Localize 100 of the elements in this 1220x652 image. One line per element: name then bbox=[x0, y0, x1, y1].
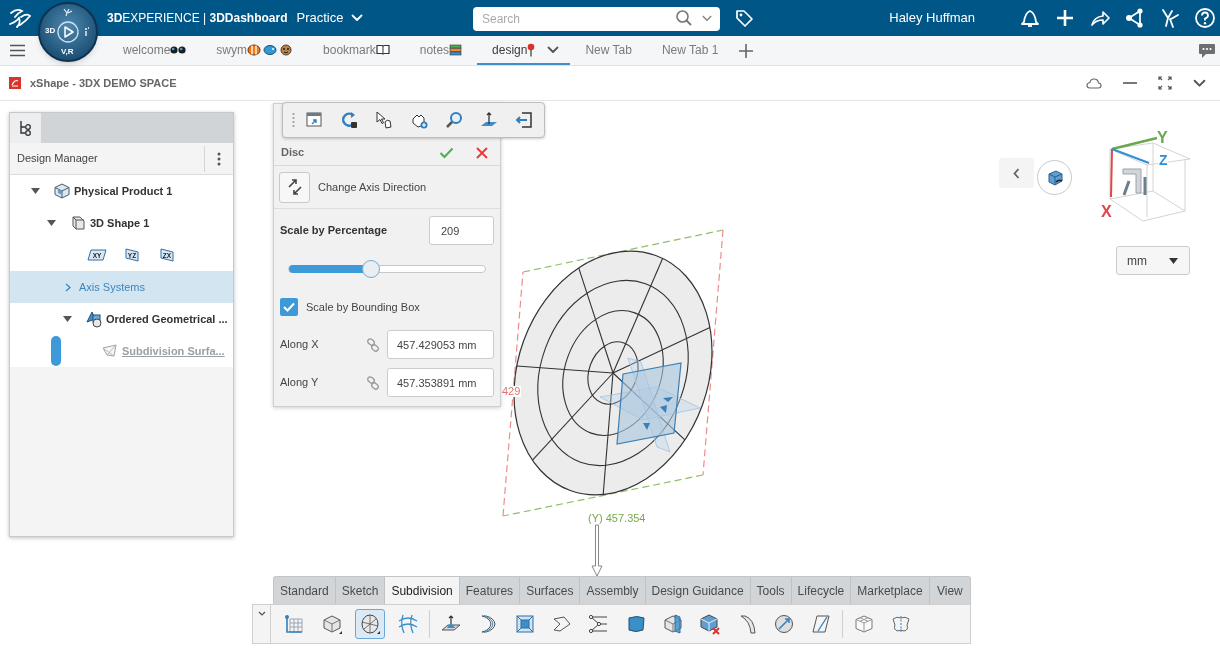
option-label: Scale by Percentage bbox=[280, 223, 387, 239]
panel-title: Design Manager bbox=[16, 151, 98, 167]
dashboard-tab[interactable]: New Tab bbox=[570, 36, 647, 65]
option-label: Scale by Bounding Box bbox=[306, 299, 420, 315]
dashboard-tab[interactable]: bookmark bbox=[308, 36, 405, 65]
axis-direction-button[interactable] bbox=[279, 171, 310, 203]
cube-plane-icon bbox=[662, 613, 684, 635]
action-tab[interactable]: Subdivision bbox=[385, 577, 460, 604]
books-icon bbox=[449, 43, 463, 56]
rotate-lock-icon[interactable] bbox=[339, 110, 359, 130]
geometric-set-icon bbox=[85, 310, 103, 328]
link-icon[interactable] bbox=[366, 337, 380, 352]
tag-icon[interactable] bbox=[734, 8, 754, 28]
dimension-field[interactable]: 457.353891 mm bbox=[387, 368, 494, 397]
slider-thumb[interactable] bbox=[362, 260, 381, 278]
view-cube[interactable]: X Y Z bbox=[1097, 129, 1193, 223]
expand-icon[interactable] bbox=[1158, 76, 1172, 90]
symmetry-icon bbox=[890, 613, 912, 635]
slanted-plane-icon bbox=[810, 613, 832, 635]
expand-triangle-icon[interactable] bbox=[31, 188, 40, 194]
help-icon[interactable] bbox=[1194, 7, 1216, 29]
tool-button[interactable] bbox=[355, 609, 385, 639]
book-icon bbox=[375, 44, 390, 55]
checkmark-icon bbox=[283, 302, 295, 312]
figure-icon bbox=[62, 8, 74, 17]
menu-icon[interactable] bbox=[10, 44, 25, 57]
exit-icon[interactable] bbox=[514, 110, 534, 130]
info-icon bbox=[84, 27, 90, 37]
dashboard-tab[interactable]: notes bbox=[404, 36, 478, 65]
product-icon bbox=[53, 182, 71, 200]
dashboard-tab[interactable]: welcome bbox=[108, 36, 202, 65]
fold-icon bbox=[551, 613, 573, 635]
expand-triangle-icon[interactable] bbox=[47, 220, 56, 226]
figure-icon[interactable] bbox=[1159, 7, 1181, 29]
dialog-title: Disc bbox=[281, 145, 305, 161]
unit-dropdown[interactable]: mm bbox=[1116, 246, 1190, 275]
direction-arrow[interactable] bbox=[591, 524, 603, 577]
grip-icon bbox=[292, 112, 295, 128]
chevron-down-icon bbox=[257, 611, 266, 616]
dashboard-tab[interactable]: design bbox=[477, 36, 571, 65]
pointer-icon[interactable] bbox=[374, 110, 394, 130]
dashboard-tab[interactable]: New Tab 1 bbox=[646, 36, 734, 65]
action-tab[interactable]: View bbox=[929, 577, 970, 604]
field-label: Along Y bbox=[280, 375, 320, 391]
app-logo-icon bbox=[9, 77, 21, 89]
search-field[interactable]: Search bbox=[473, 7, 720, 31]
play-icon bbox=[57, 21, 79, 43]
caret-down-icon bbox=[1169, 257, 1178, 264]
user-name[interactable]: Haley Huffman bbox=[889, 8, 975, 28]
cloud-icon[interactable] bbox=[1086, 77, 1102, 89]
network-icon[interactable] bbox=[1124, 7, 1146, 29]
chevron-down-icon[interactable] bbox=[702, 15, 712, 22]
glasses-icon bbox=[170, 44, 187, 55]
tree-icon bbox=[18, 120, 33, 136]
dimension-label: (Y) 457.354 bbox=[587, 513, 647, 524]
dashboard-menu[interactable]: Practice bbox=[296, 8, 364, 28]
tree-item[interactable]: Physical Product 1 bbox=[10, 175, 233, 207]
compass-label: V,R bbox=[61, 48, 74, 56]
tree-tab[interactable] bbox=[10, 113, 41, 143]
tree-item[interactable]: Ordered Geometrical ... bbox=[10, 303, 233, 335]
tree-item[interactable]: 3D Shape 1 bbox=[10, 207, 233, 239]
surface-icon bbox=[101, 342, 119, 360]
option-label: Change Axis Direction bbox=[318, 179, 427, 195]
plus-icon[interactable] bbox=[739, 43, 754, 58]
disc-icon bbox=[359, 613, 381, 635]
dashboard-tab[interactable]: swym bbox=[201, 36, 309, 65]
link-icon[interactable] bbox=[366, 375, 380, 390]
search-icon[interactable] bbox=[675, 9, 693, 27]
cube-icon bbox=[321, 613, 343, 635]
sphere-icon bbox=[773, 613, 795, 635]
close-icon[interactable] bbox=[476, 146, 488, 159]
shape-icon bbox=[69, 214, 87, 232]
nested-square-icon bbox=[514, 613, 536, 635]
dimension-field[interactable]: 457.429053 mm bbox=[387, 330, 494, 359]
chevron-down-icon[interactable] bbox=[1193, 78, 1206, 88]
view-button[interactable] bbox=[1037, 160, 1072, 195]
cube-delete-icon bbox=[699, 613, 721, 635]
curved-panel-icon bbox=[625, 613, 647, 635]
transform-manipulator[interactable] bbox=[599, 357, 701, 453]
face-icon bbox=[279, 43, 294, 56]
dimension-label: 429 bbox=[501, 386, 522, 397]
magnifier-icon[interactable] bbox=[444, 110, 464, 130]
window-icon[interactable] bbox=[304, 110, 324, 130]
bell-icon[interactable] bbox=[1019, 7, 1041, 29]
chat-icon[interactable] bbox=[1198, 42, 1216, 59]
chevron-left-icon bbox=[1013, 167, 1020, 179]
chevron-right-icon[interactable] bbox=[64, 282, 71, 292]
fish-icon bbox=[263, 43, 278, 56]
expand-triangle-icon[interactable] bbox=[63, 316, 72, 322]
check-icon[interactable] bbox=[439, 146, 454, 159]
app-brand: 3DEXPERIENCE | 3DDashboard bbox=[107, 10, 288, 27]
chevron-down-icon[interactable] bbox=[547, 45, 560, 54]
box-icon bbox=[853, 613, 875, 635]
pin-icon bbox=[527, 42, 536, 57]
checkbox[interactable] bbox=[280, 298, 298, 316]
percentage-field[interactable]: 209 bbox=[429, 216, 494, 245]
fish-icon bbox=[247, 43, 262, 56]
kebab-menu-icon[interactable] bbox=[217, 151, 221, 166]
field-label: Along X bbox=[280, 337, 320, 353]
grid-icon bbox=[283, 613, 305, 635]
